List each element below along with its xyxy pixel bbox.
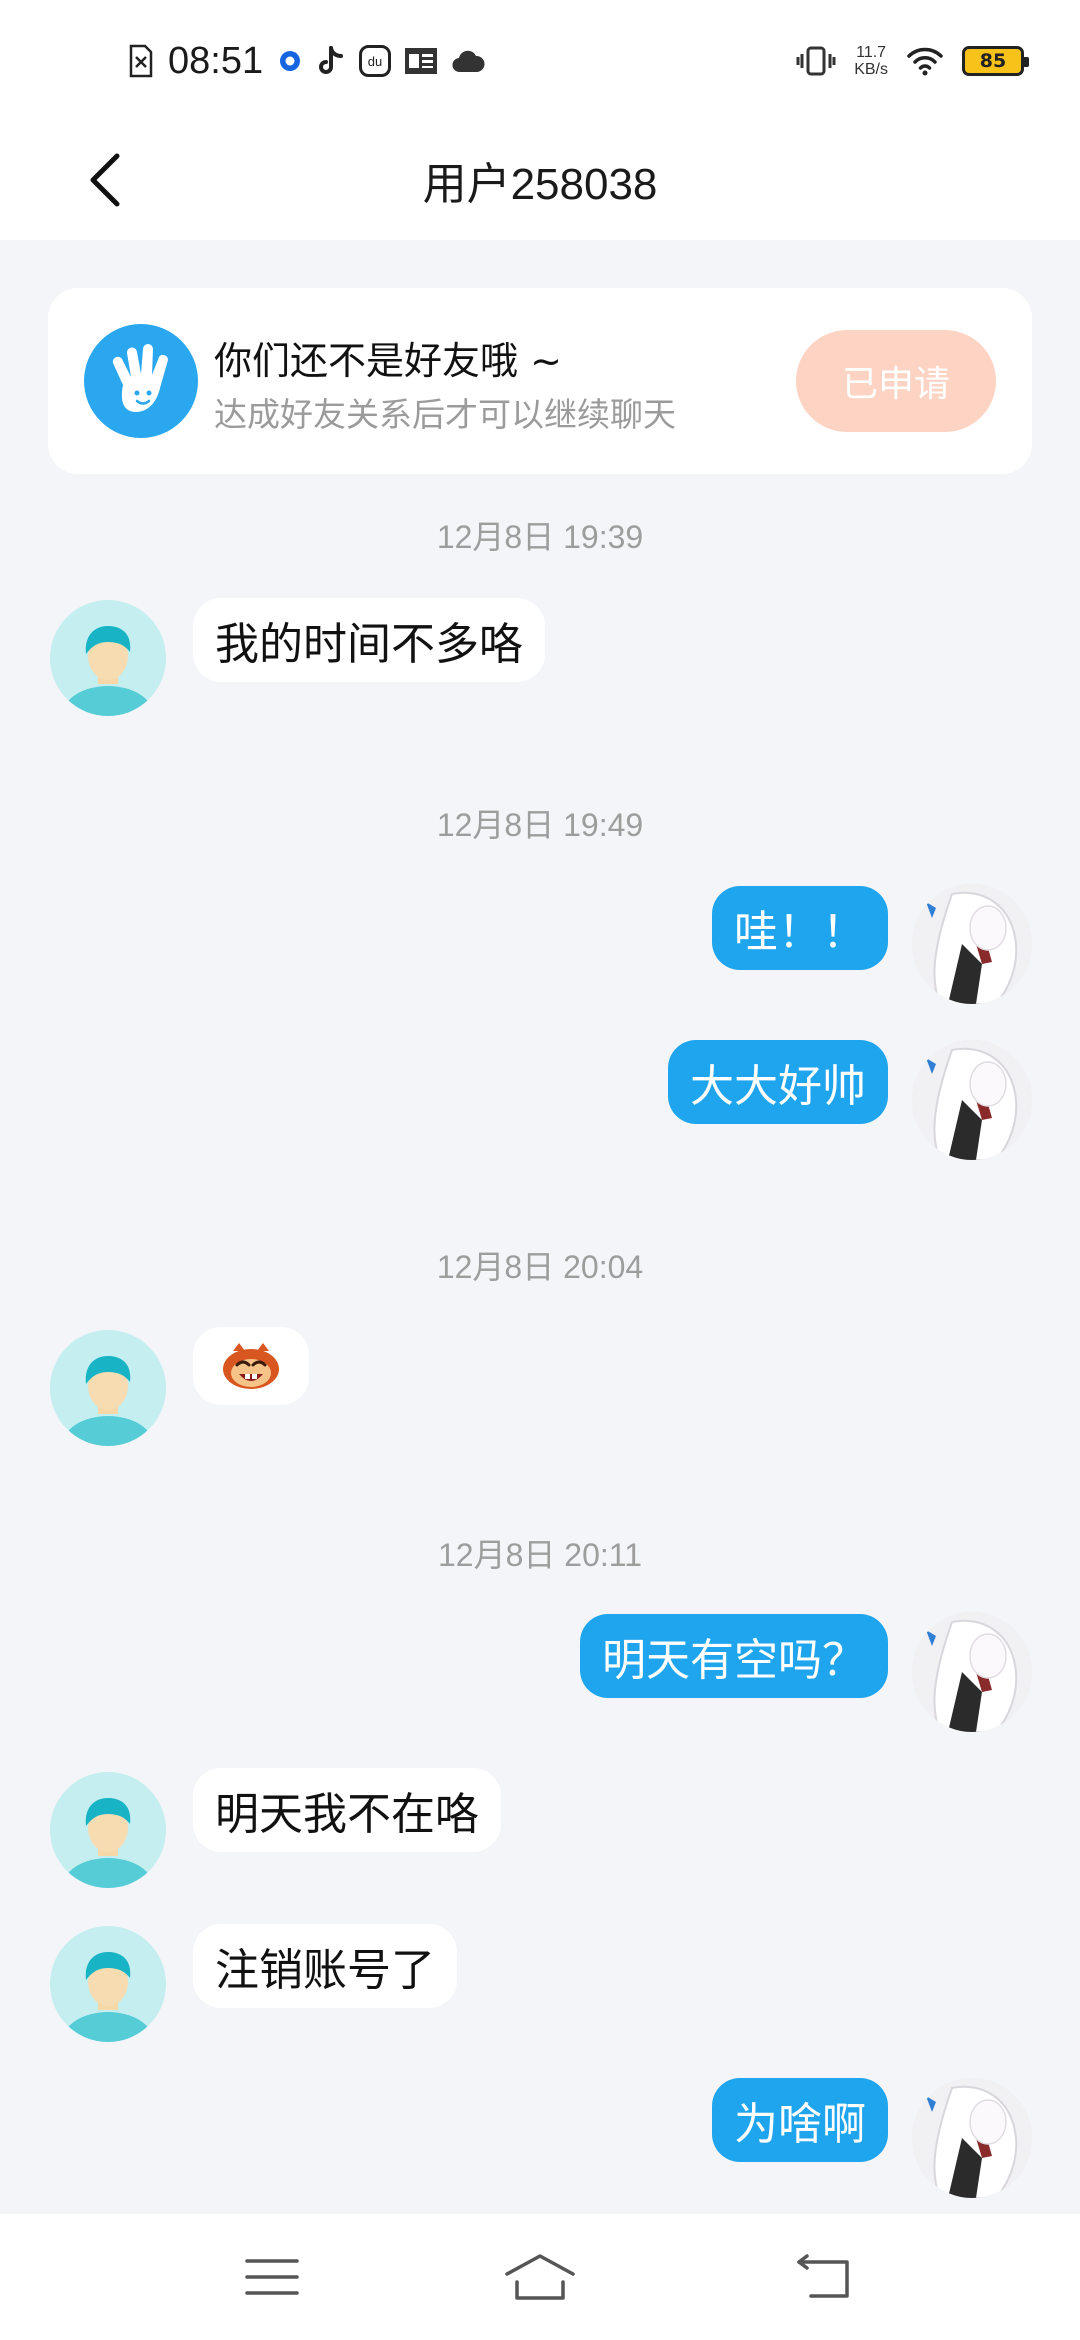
chevron-left-icon — [90, 153, 120, 207]
message-bubble[interactable]: 注销账号了 — [193, 1924, 457, 2008]
status-bar: 08:51 du 11.7 KB/s 85 — [0, 0, 1080, 120]
avatar[interactable] — [50, 1926, 166, 2042]
back-button[interactable] — [70, 142, 140, 218]
avatar[interactable] — [50, 1772, 166, 1888]
toutiao-icon — [405, 48, 438, 74]
status-bar-left: 08:51 du — [128, 36, 485, 86]
battery-level: 85 — [979, 50, 1007, 72]
cloud-icon — [451, 48, 485, 74]
network-speed: 11.7 KB/s — [854, 44, 888, 78]
home-button[interactable] — [490, 2244, 590, 2310]
avatar[interactable] — [912, 884, 1032, 1004]
message-bubble[interactable]: 明天我不在咯 — [193, 1768, 501, 1852]
home-icon — [505, 2254, 575, 2300]
waving-hand-icon — [84, 324, 198, 438]
friend-notice-card: 你们还不是好友哦 ~ 达成好友关系后才可以继续聊天 已申请 — [48, 288, 1032, 474]
message-bubble[interactable]: 哇！！ — [712, 886, 888, 970]
sim-card-icon — [128, 44, 154, 78]
timestamp: 12月8日 20:04 — [436, 1249, 644, 1285]
message-bubble[interactable]: 我的时间不多咯 — [193, 598, 545, 682]
menu-button[interactable] — [222, 2244, 322, 2310]
monkey-emoji-icon — [223, 1343, 279, 1389]
timestamp: 12月8日 19:39 — [436, 519, 644, 555]
vibrate-icon — [796, 45, 836, 77]
tiktok-icon — [317, 45, 345, 77]
back-nav-button[interactable] — [774, 2244, 874, 2310]
avatar[interactable] — [50, 1330, 166, 1446]
avatar[interactable] — [912, 1040, 1032, 1160]
message-bubble[interactable]: 大大好帅 — [668, 1040, 888, 1124]
svg-text:du: du — [368, 54, 382, 69]
wifi-icon — [906, 46, 944, 76]
battery-icon: 85 — [962, 46, 1029, 76]
message-bubble[interactable]: 为啥啊 — [712, 2078, 888, 2162]
page-title: 用户258038 — [422, 160, 658, 209]
network-speed-unit: KB/s — [854, 61, 888, 78]
status-bar-right: 11.7 KB/s 85 — [796, 38, 1029, 84]
avatar[interactable] — [912, 1612, 1032, 1732]
back-icon — [797, 2254, 849, 2298]
avatar[interactable] — [50, 600, 166, 716]
network-speed-value: 11.7 — [856, 44, 887, 61]
timestamp: 12月8日 19:49 — [436, 807, 644, 843]
menu-icon — [245, 2259, 299, 2295]
applied-button[interactable]: 已申请 — [796, 330, 996, 432]
chat-header: 用户258038 — [0, 120, 1080, 240]
notice-subtitle: 达成好友关系后才可以继续聊天 — [214, 395, 676, 434]
avatar[interactable] — [912, 2078, 1032, 2198]
system-nav-bar — [0, 2214, 1080, 2340]
notice-title: 你们还不是好友哦 ~ — [214, 339, 562, 383]
du-app-icon: du — [359, 45, 392, 77]
sticker-message[interactable] — [193, 1327, 309, 1405]
timestamp: 12月8日 20:11 — [438, 1537, 642, 1573]
message-bubble[interactable]: 明天有空吗？ — [580, 1614, 888, 1698]
clock-time: 08:51 — [168, 39, 264, 82]
blue-ring-icon — [277, 48, 303, 74]
